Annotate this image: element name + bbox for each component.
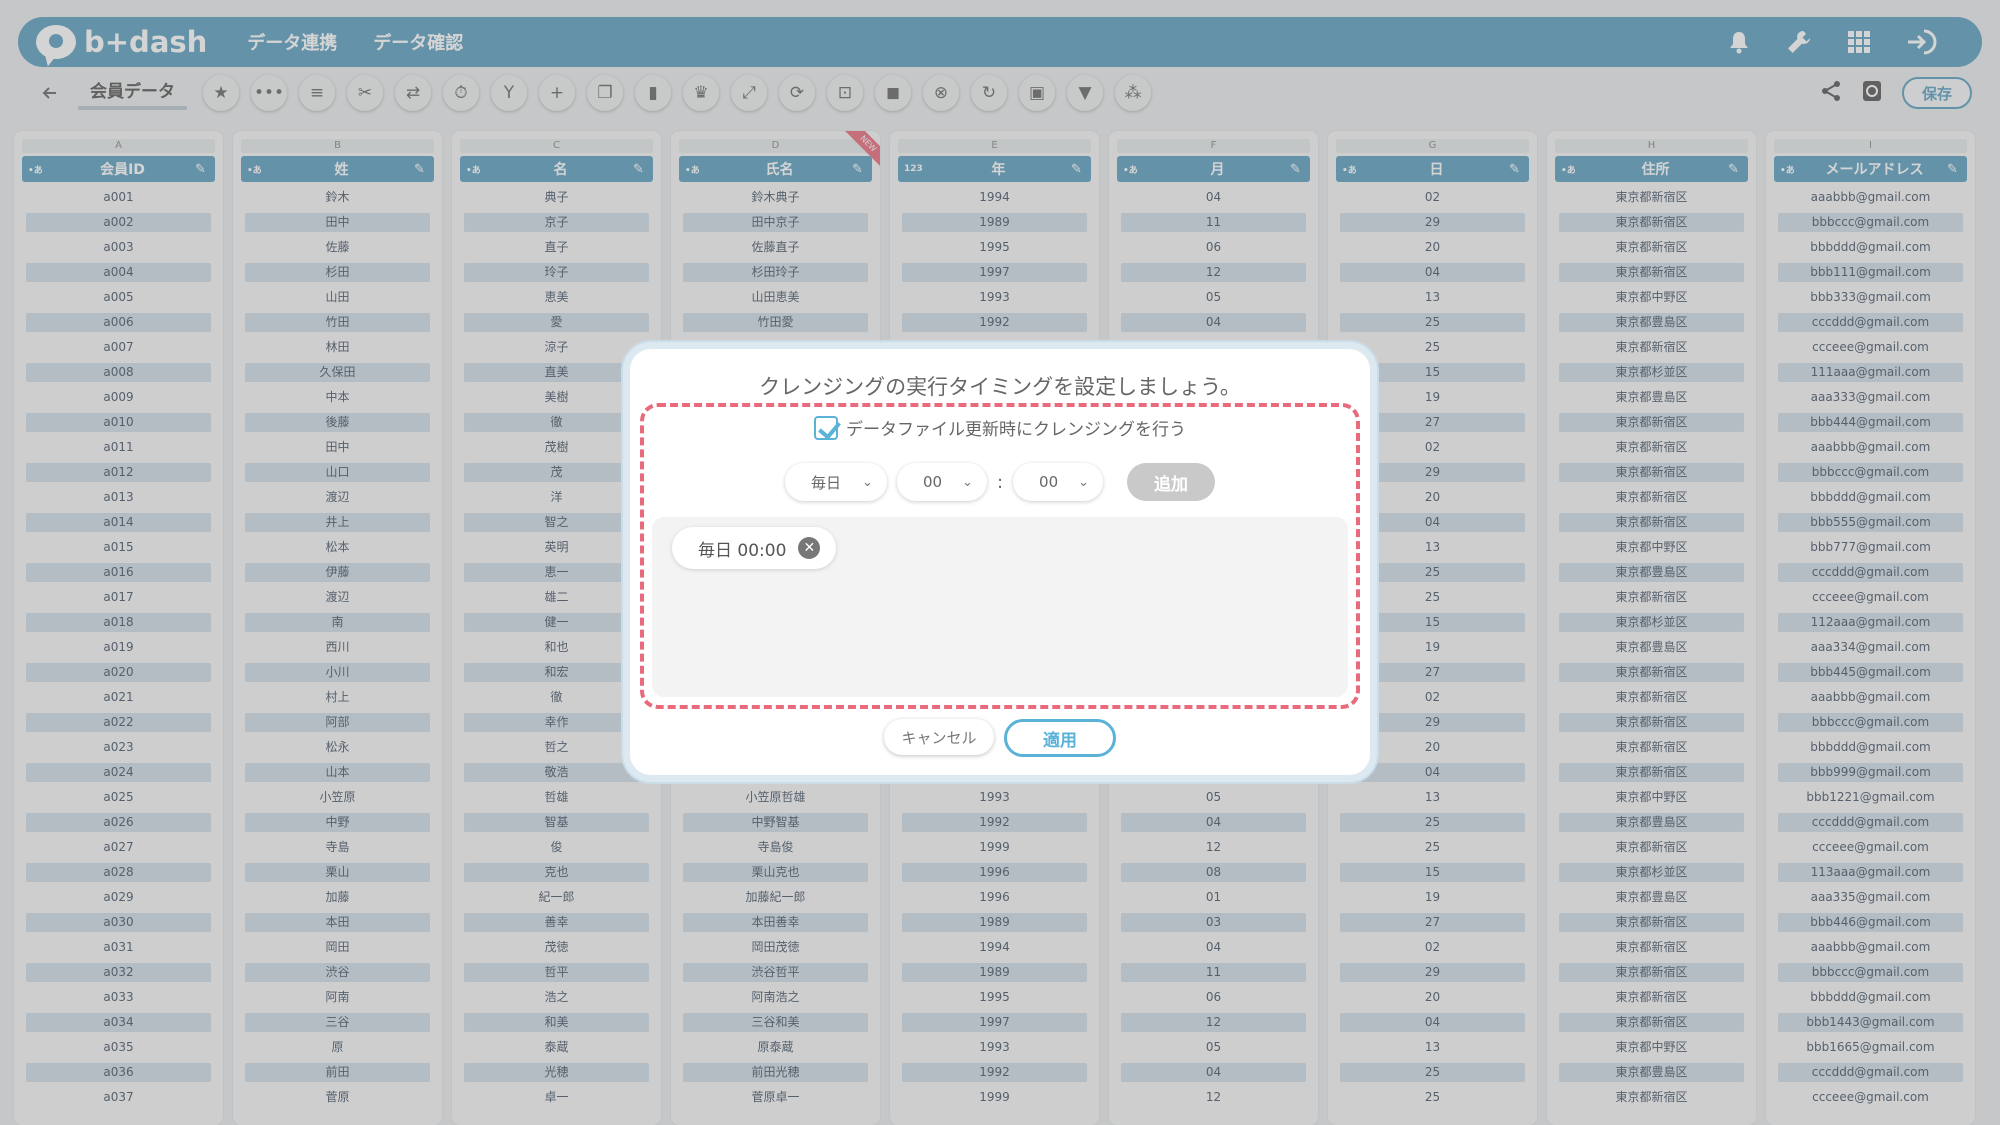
chevron-down-icon: ⌄ (962, 474, 973, 490)
dialog-actions: キャンセル 適用 (630, 719, 1370, 757)
update-trigger-row: データファイル更新時にクレンジングを行う (644, 415, 1356, 440)
time-select-row: 毎日 ⌄ 00 ⌄ : 00 ⌄ 追加 (644, 463, 1356, 501)
chevron-down-icon: ⌄ (1078, 474, 1090, 490)
remove-icon[interactable]: ✕ (798, 537, 821, 559)
add-button[interactable]: 追加 (1127, 463, 1216, 501)
schedule-chip: 毎日 00:00 ✕ (672, 527, 837, 569)
schedule-chip-label: 毎日 00:00 (698, 540, 787, 561)
highlight-dashed-box: データファイル更新時にクレンジングを行う 毎日 ⌄ 00 ⌄ : 00 ⌄ 追加… (640, 403, 1360, 709)
frequency-select[interactable]: 毎日 ⌄ (784, 463, 887, 501)
chevron-down-icon: ⌄ (862, 474, 873, 490)
minute-value: 00 (1039, 473, 1059, 491)
schedule-list: 毎日 00:00 ✕ (652, 517, 1348, 697)
time-colon: : (996, 471, 1004, 493)
hour-select[interactable]: 00 ⌄ (896, 463, 987, 501)
hour-value: 00 (922, 473, 943, 491)
cancel-button[interactable]: キャンセル (884, 719, 994, 755)
dialog-title: クレンジングの実行タイミングを設定しましょう。 (759, 375, 1241, 399)
apply-button[interactable]: 適用 (1004, 719, 1116, 757)
checkbox-label: データファイル更新時にクレンジングを行う (846, 420, 1186, 440)
update-trigger-checkbox[interactable] (814, 415, 838, 440)
minute-select[interactable]: 00 ⌄ (1013, 463, 1104, 501)
frequency-value: 毎日 (810, 473, 841, 492)
cleansing-timing-dialog: クレンジングの実行タイミングを設定しましょう。 データファイル更新時にクレンジン… (623, 342, 1377, 782)
